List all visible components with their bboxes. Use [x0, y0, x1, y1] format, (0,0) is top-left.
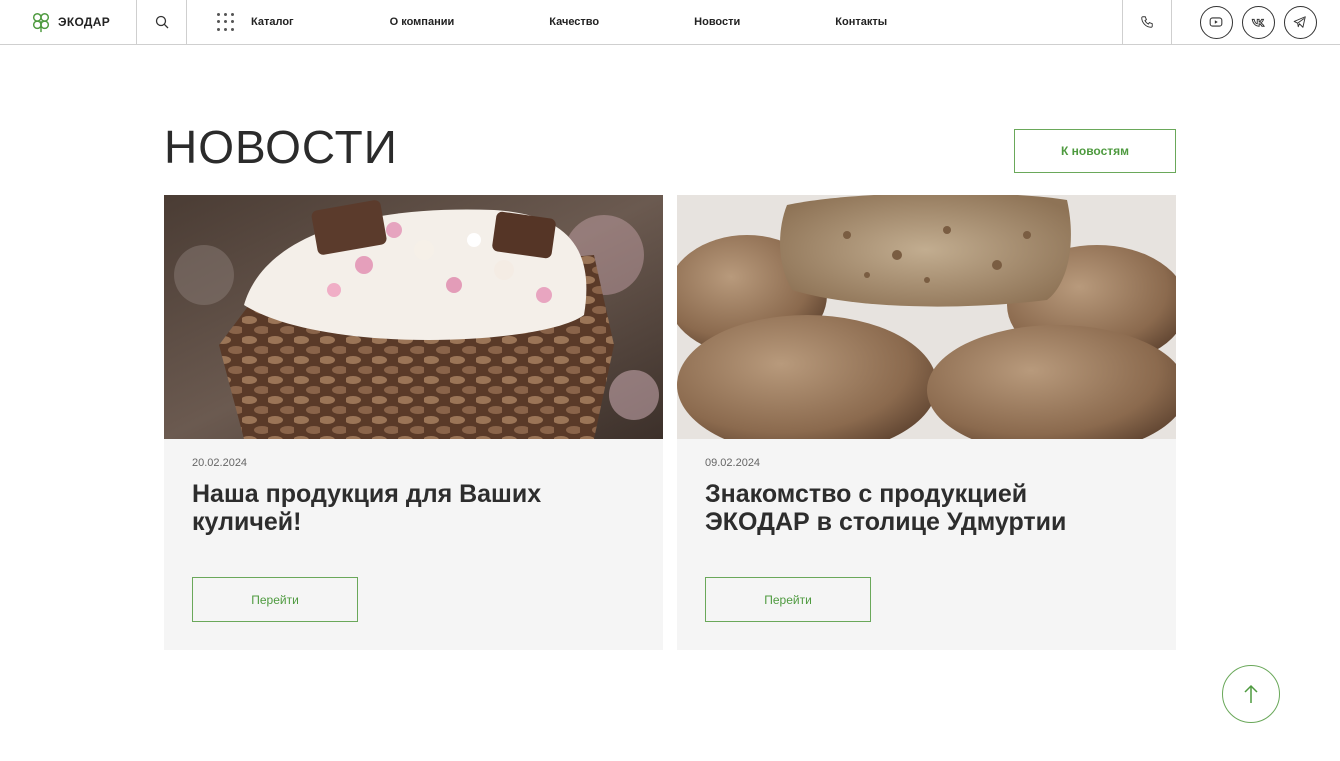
news-open-button[interactable]: Перейти: [192, 577, 358, 622]
news-title[interactable]: Наша продукция для Ваших куличей!: [192, 480, 612, 536]
nav-contacts[interactable]: Контакты: [835, 16, 887, 28]
search-icon: [155, 15, 168, 29]
scroll-top-button[interactable]: [1222, 665, 1280, 723]
news-title[interactable]: Знакомство с продукцией ЭКОДАР в столице…: [705, 480, 1125, 536]
all-news-button[interactable]: К новостям: [1014, 129, 1176, 173]
main-nav: Каталог О компании Качество Новости Конт…: [187, 0, 1122, 44]
news-date: 09.02.2024: [705, 457, 761, 469]
bread-loaves-image: [677, 195, 1176, 439]
nav-about[interactable]: О компании: [390, 16, 455, 28]
page-title: НОВОСТИ: [164, 121, 398, 173]
telegram-icon: [1293, 16, 1306, 28]
phone-icon: [1141, 16, 1153, 28]
telegram-button[interactable]: [1283, 5, 1317, 39]
nav-catalog[interactable]: Каталог: [251, 16, 294, 28]
news-card: 20.02.2024 Наша продукция для Ваших кули…: [164, 195, 663, 650]
social-links: [1172, 0, 1340, 44]
grid-dots-icon[interactable]: [217, 13, 235, 31]
nav-quality[interactable]: Качество: [549, 16, 599, 28]
news-card: 09.02.2024 Знакомство с продукцией ЭКОДА…: [677, 195, 1176, 650]
arrow-up-icon: [1244, 684, 1258, 703]
site-header: ЭКОДАР Каталог О компании Качество Новос…: [0, 0, 1340, 45]
easter-cake-image: [164, 195, 663, 439]
search-button[interactable]: [137, 0, 187, 44]
logo-text: ЭКОДАР: [58, 15, 111, 29]
youtube-icon: [1209, 17, 1223, 27]
clover-logo-icon: [32, 13, 50, 33]
logo[interactable]: ЭКОДАР: [0, 0, 137, 44]
news-open-button[interactable]: Перейти: [705, 577, 871, 622]
phone-button[interactable]: [1122, 0, 1172, 44]
youtube-button[interactable]: [1199, 5, 1233, 39]
news-date: 20.02.2024: [192, 457, 248, 469]
nav-news[interactable]: Новости: [694, 16, 740, 28]
vk-button[interactable]: [1241, 5, 1275, 39]
vk-icon: [1251, 18, 1265, 27]
